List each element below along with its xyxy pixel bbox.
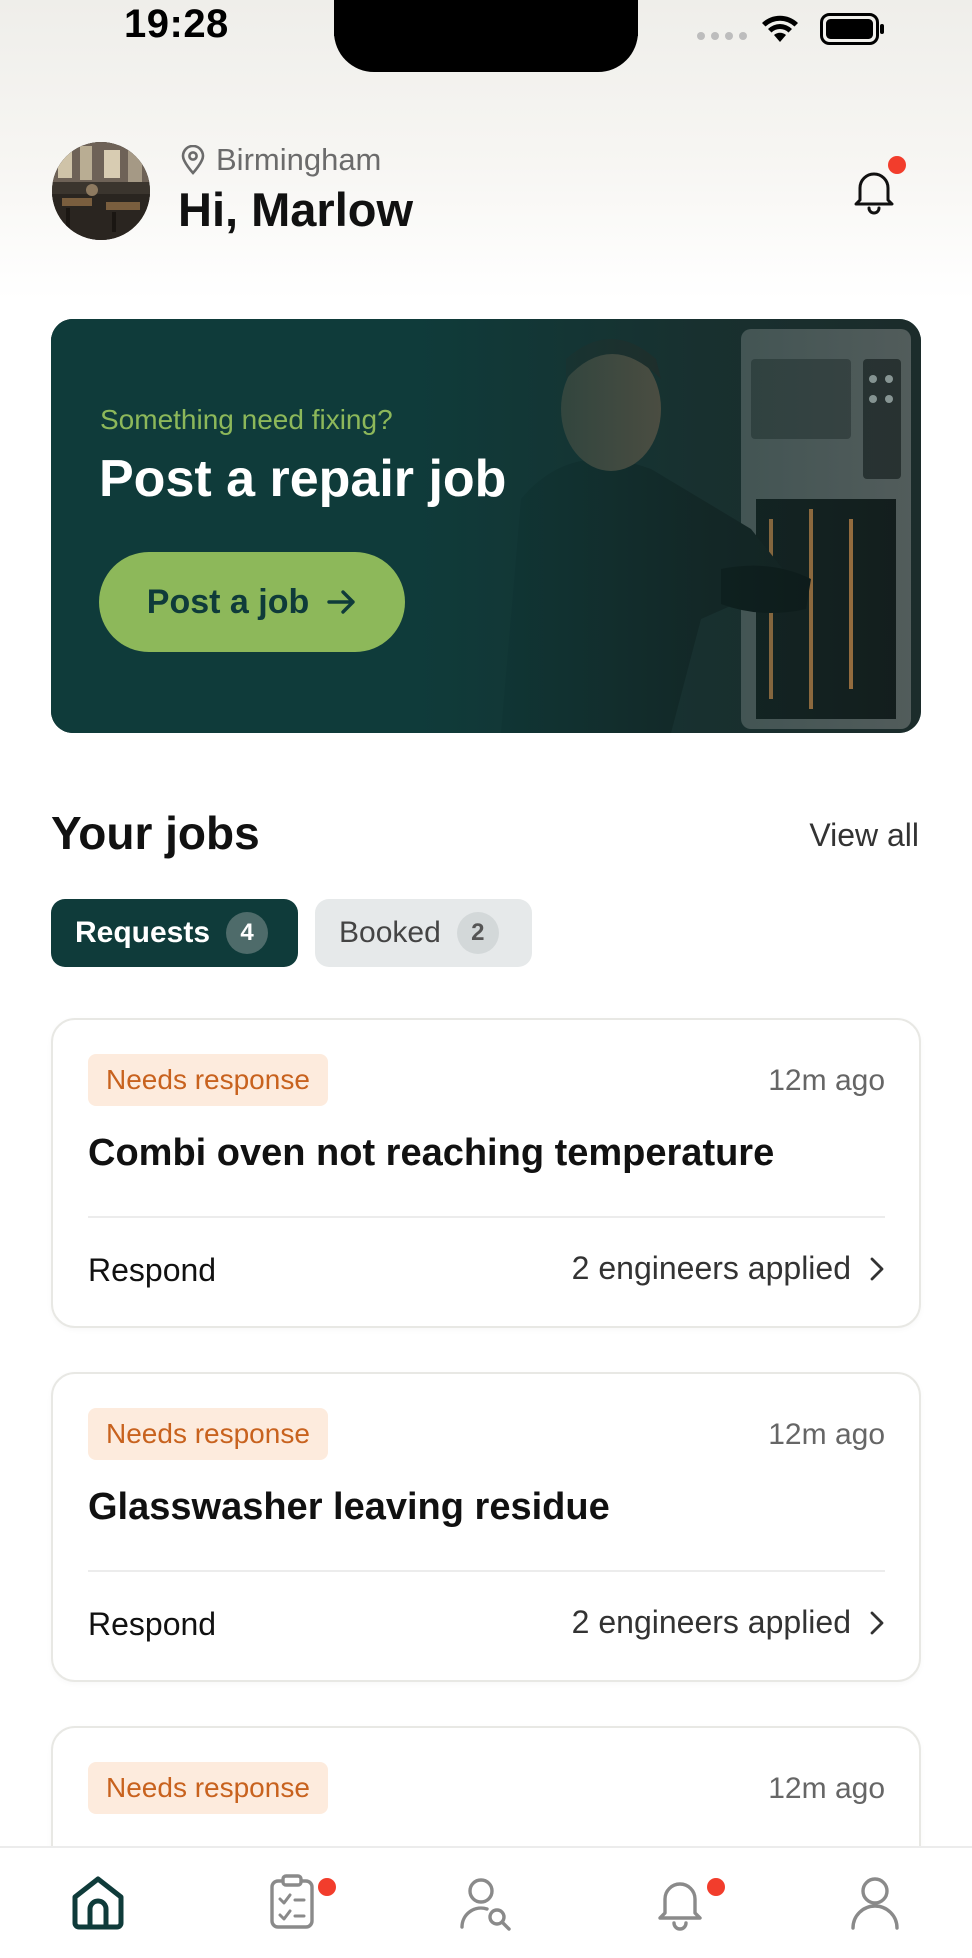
chevron-right-icon xyxy=(870,1257,884,1280)
status-badge: Needs response xyxy=(88,1408,328,1460)
dynamic-island xyxy=(334,0,638,72)
tab-booked[interactable]: Booked 2 xyxy=(315,899,532,967)
posted-time: 12m ago xyxy=(768,1418,885,1451)
greeting: Hi, Marlow xyxy=(178,183,414,236)
avatar[interactable] xyxy=(52,142,150,240)
find-engineer-icon xyxy=(460,1878,511,1931)
tab-count: 2 xyxy=(456,912,499,954)
tab-count: 4 xyxy=(226,912,269,954)
notification-dot xyxy=(888,156,906,174)
clipboard-icon xyxy=(270,1874,314,1929)
applicants-count: 2 engineers applied xyxy=(571,1604,851,1640)
divider xyxy=(88,1570,885,1572)
nav-profile[interactable] xyxy=(843,1870,907,1934)
nav-jobs[interactable] xyxy=(260,1870,324,1934)
tab-label: Booked xyxy=(339,916,441,949)
location-pin-icon xyxy=(181,145,205,175)
status-badge: Needs response xyxy=(88,1762,328,1814)
status-time: 19:28 xyxy=(124,2,229,46)
tab-label: Requests xyxy=(75,916,211,949)
hero-title: Post a repair job xyxy=(99,450,507,508)
location-label: Birmingham xyxy=(216,142,382,177)
cellular-signal-icon xyxy=(697,32,747,40)
post-job-button[interactable]: Post a job xyxy=(99,552,405,652)
bottom-nav xyxy=(0,1846,972,1958)
post-job-banner: Something need fixing? Post a repair job… xyxy=(51,319,921,733)
chevron-right-icon xyxy=(870,1611,884,1634)
job-title: Glasswasher leaving residue xyxy=(88,1486,610,1528)
nav-find-engineer[interactable] xyxy=(454,1870,518,1934)
hero-subtitle: Something need fixing? xyxy=(100,404,393,435)
posted-time: 12m ago xyxy=(768,1772,885,1805)
respond-link[interactable]: Respond xyxy=(88,1606,216,1643)
tab-requests[interactable]: Requests 4 xyxy=(51,899,298,967)
post-job-button-label: Post a job xyxy=(146,582,310,621)
divider xyxy=(88,1216,885,1218)
notification-dot xyxy=(318,1878,336,1896)
arrow-right-icon xyxy=(327,590,355,614)
location-row[interactable]: Birmingham xyxy=(180,142,381,178)
home-icon xyxy=(72,1876,124,1930)
profile-icon xyxy=(851,1877,899,1930)
nav-home[interactable] xyxy=(66,1870,130,1934)
view-all-link[interactable]: View all xyxy=(809,817,919,854)
applicants-link[interactable]: 2 engineers applied xyxy=(572,1604,885,1641)
bell-icon xyxy=(658,1882,702,1931)
notification-dot xyxy=(707,1878,725,1896)
engineer-photo xyxy=(51,319,921,733)
restaurant-photo xyxy=(52,142,150,240)
job-card[interactable]: Needs response 12m ago Combi oven not re… xyxy=(51,1018,921,1328)
posted-time: 12m ago xyxy=(768,1064,885,1097)
job-title: Combi oven not reaching temperature xyxy=(88,1132,775,1174)
nav-notifications[interactable] xyxy=(648,1870,712,1934)
applicants-link[interactable]: 2 engineers applied xyxy=(572,1250,885,1287)
battery-icon xyxy=(820,13,884,45)
wifi-icon xyxy=(762,15,798,42)
status-badge: Needs response xyxy=(88,1054,328,1106)
respond-link[interactable]: Respond xyxy=(88,1252,216,1289)
applicants-count: 2 engineers applied xyxy=(571,1250,851,1286)
job-card[interactable]: Needs response 12m ago Glasswasher leavi… xyxy=(51,1372,921,1682)
section-title: Your jobs xyxy=(51,807,260,859)
